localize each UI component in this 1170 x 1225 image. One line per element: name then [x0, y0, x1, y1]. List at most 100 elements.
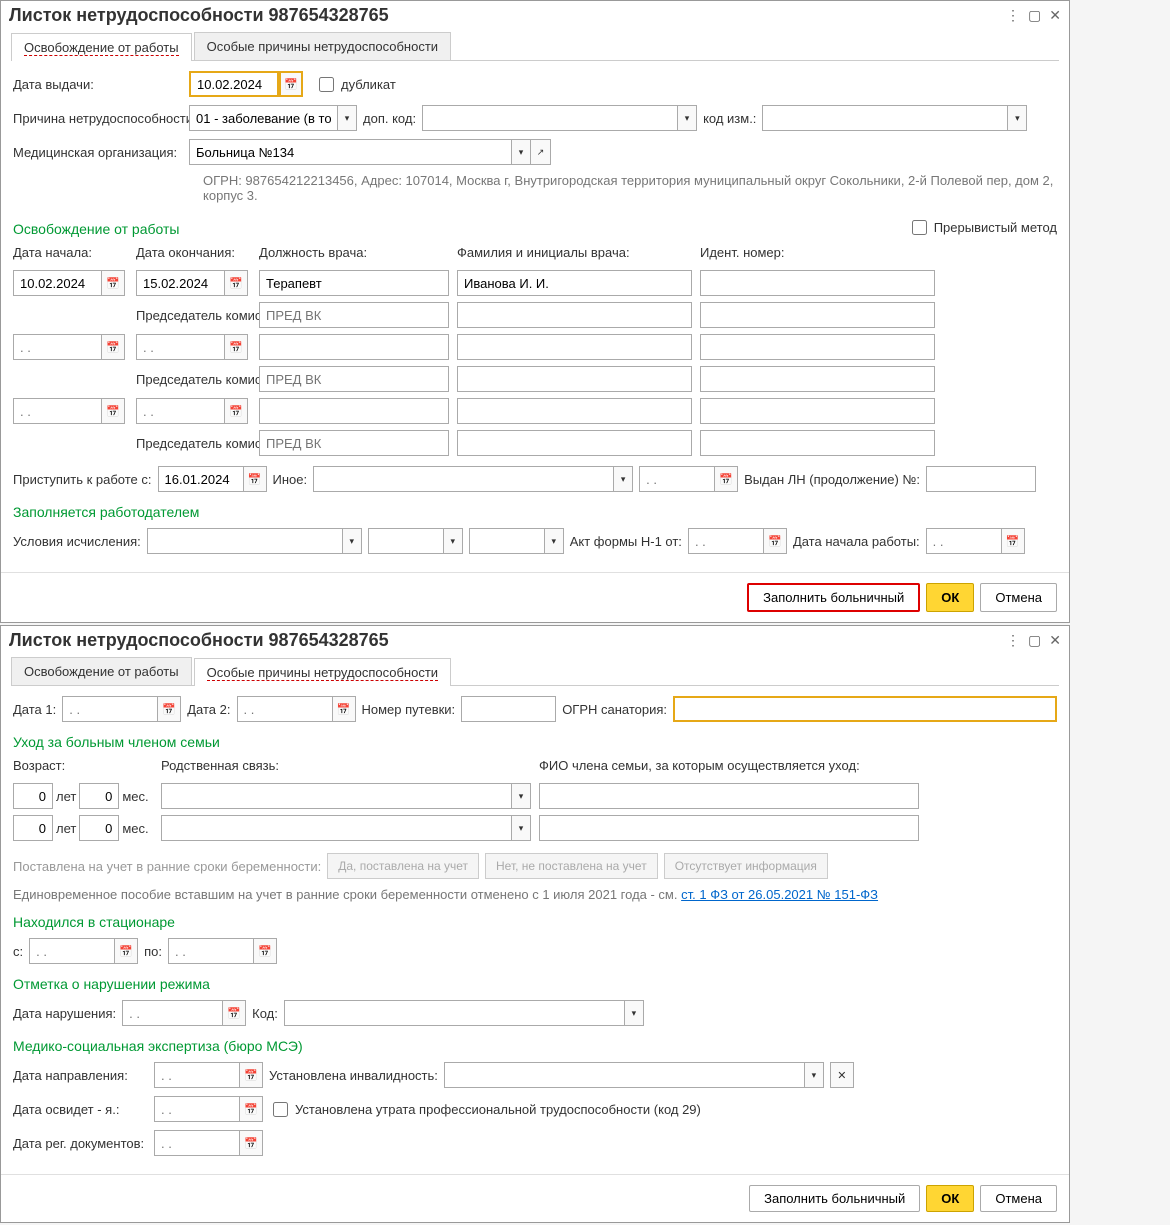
voucher-input[interactable] — [461, 696, 556, 722]
open-icon[interactable]: ↗ — [531, 139, 551, 165]
chevron-down-icon[interactable]: ▾ — [1007, 105, 1027, 131]
fill-button[interactable]: Заполнить больничный — [749, 1185, 920, 1212]
r2-position[interactable] — [259, 334, 449, 360]
chair3-ident[interactable] — [700, 430, 935, 456]
ok-button[interactable]: ОК — [926, 583, 974, 612]
close-icon[interactable]: ✕ — [1049, 632, 1061, 649]
mse-exam-date[interactable] — [154, 1096, 239, 1122]
calc3-select[interactable] — [469, 528, 544, 554]
chair2-fio[interactable] — [457, 366, 692, 392]
r3-end[interactable] — [136, 398, 224, 424]
chevron-down-icon[interactable]: ▾ — [443, 528, 463, 554]
calendar-icon[interactable]: 📅 — [253, 938, 277, 964]
calendar-icon[interactable]: 📅 — [114, 938, 138, 964]
chevron-down-icon[interactable]: ▾ — [337, 105, 357, 131]
calendar-icon[interactable]: 📅 — [101, 270, 125, 296]
r1-start[interactable] — [13, 270, 101, 296]
chair3-pos[interactable] — [259, 430, 449, 456]
viol-code[interactable] — [284, 1000, 624, 1026]
addcode-select[interactable] — [422, 105, 677, 131]
chevron-down-icon[interactable]: ▾ — [342, 528, 362, 554]
cancel-button[interactable]: Отмена — [980, 583, 1057, 612]
issued-ln-input[interactable] — [926, 466, 1036, 492]
preg-law-link[interactable]: ст. 1 ФЗ от 26.05.2021 № 151-ФЗ — [681, 887, 878, 902]
intermittent-checkbox[interactable] — [912, 220, 927, 235]
return-date[interactable] — [158, 466, 243, 492]
chevron-down-icon[interactable]: ▾ — [511, 139, 531, 165]
rel-select-2[interactable] — [161, 815, 511, 841]
calendar-icon[interactable]: 📅 — [224, 398, 248, 424]
r2-start[interactable] — [13, 334, 101, 360]
other-date[interactable] — [639, 466, 714, 492]
hosp-to[interactable] — [168, 938, 253, 964]
ok-button[interactable]: ОК — [926, 1185, 974, 1212]
date2-input[interactable] — [237, 696, 332, 722]
calendar-icon[interactable]: 📅 — [222, 1000, 246, 1026]
calc2-select[interactable] — [368, 528, 443, 554]
r1-fio[interactable] — [457, 270, 692, 296]
chair1-fio[interactable] — [457, 302, 692, 328]
chair1-ident[interactable] — [700, 302, 935, 328]
chevron-down-icon[interactable]: ▾ — [544, 528, 564, 554]
calendar-icon[interactable]: 📅 — [243, 466, 267, 492]
reason-select[interactable] — [189, 105, 337, 131]
age-months-1[interactable] — [79, 783, 119, 809]
calendar-icon[interactable]: 📅 — [763, 528, 787, 554]
chair3-fio[interactable] — [457, 430, 692, 456]
calendar-icon[interactable]: 📅 — [239, 1130, 263, 1156]
calendar-icon[interactable]: 📅 — [101, 398, 125, 424]
maximize-icon[interactable]: ▢ — [1028, 632, 1041, 649]
chevron-down-icon[interactable]: ▾ — [677, 105, 697, 131]
fill-button[interactable]: Заполнить больничный — [747, 583, 920, 612]
calc1-select[interactable] — [147, 528, 342, 554]
r3-ident[interactable] — [700, 398, 935, 424]
medorg-select[interactable] — [189, 139, 511, 165]
chair2-pos[interactable] — [259, 366, 449, 392]
r2-end[interactable] — [136, 334, 224, 360]
calendar-icon[interactable]: 📅 — [157, 696, 181, 722]
cancel-button[interactable]: Отмена — [980, 1185, 1057, 1212]
tab-special[interactable]: Особые причины нетрудоспособности — [194, 32, 451, 60]
r1-position[interactable] — [259, 270, 449, 296]
other-select[interactable] — [313, 466, 613, 492]
chevron-down-icon[interactable]: ▾ — [624, 1000, 644, 1026]
mse-ref-date[interactable] — [154, 1062, 239, 1088]
calendar-icon[interactable]: 📅 — [239, 1096, 263, 1122]
issue-date-input[interactable] — [189, 71, 279, 97]
calendar-icon[interactable]: 📅 — [224, 270, 248, 296]
clear-icon[interactable]: ✕ — [830, 1062, 854, 1088]
mse-reg-date[interactable] — [154, 1130, 239, 1156]
chgcode-select[interactable] — [762, 105, 1007, 131]
calendar-icon[interactable]: 📅 — [714, 466, 738, 492]
r3-position[interactable] — [259, 398, 449, 424]
rel-select-1[interactable] — [161, 783, 511, 809]
hosp-from[interactable] — [29, 938, 114, 964]
chair1-pos[interactable] — [259, 302, 449, 328]
mse-loss-checkbox[interactable] — [273, 1102, 288, 1117]
tab-special[interactable]: Особые причины нетрудоспособности — [194, 658, 451, 686]
viol-date[interactable] — [122, 1000, 222, 1026]
r1-ident[interactable] — [700, 270, 935, 296]
duplicate-checkbox[interactable] — [319, 77, 334, 92]
more-icon[interactable]: ⋮ — [1006, 632, 1020, 649]
chair2-ident[interactable] — [700, 366, 935, 392]
calendar-icon[interactable]: 📅 — [332, 696, 356, 722]
calendar-icon[interactable]: 📅 — [279, 71, 303, 97]
fam-fio-1[interactable] — [539, 783, 919, 809]
chevron-down-icon[interactable]: ▾ — [511, 783, 531, 809]
r2-ident[interactable] — [700, 334, 935, 360]
tab-release[interactable]: Освобождение от работы — [11, 33, 192, 61]
age-months-2[interactable] — [79, 815, 119, 841]
r3-start[interactable] — [13, 398, 101, 424]
chevron-down-icon[interactable]: ▾ — [511, 815, 531, 841]
calendar-icon[interactable]: 📅 — [224, 334, 248, 360]
r2-fio[interactable] — [457, 334, 692, 360]
r1-end[interactable] — [136, 270, 224, 296]
tab-release[interactable]: Освобождение от работы — [11, 657, 192, 685]
r3-fio[interactable] — [457, 398, 692, 424]
mse-inv-select[interactable] — [444, 1062, 804, 1088]
age-years-2[interactable] — [13, 815, 53, 841]
chevron-down-icon[interactable]: ▾ — [804, 1062, 824, 1088]
age-years-1[interactable] — [13, 783, 53, 809]
act-date[interactable] — [688, 528, 763, 554]
